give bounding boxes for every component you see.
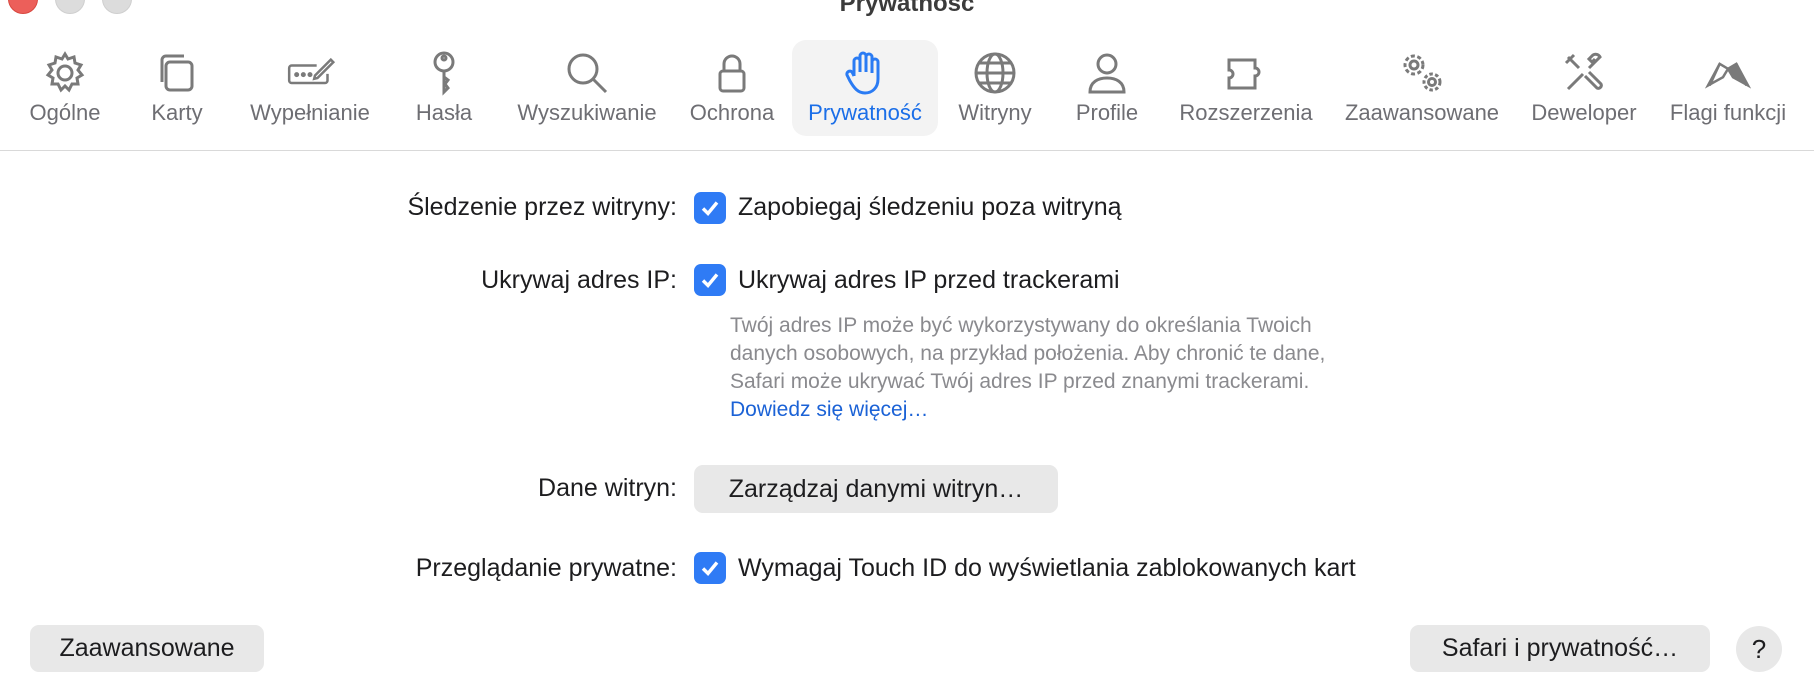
tab-general[interactable]: Ogólne xyxy=(14,40,116,136)
tracking-label: Śledzenie przez witryny: xyxy=(407,193,677,221)
gears-icon xyxy=(1392,48,1452,98)
hide-ip-label: Ukrywaj adres IP: xyxy=(481,266,677,294)
manage-website-data-button[interactable]: Zarządzaj danymi witryn… xyxy=(694,465,1058,513)
tab-extensions[interactable]: Rozszerzenia xyxy=(1172,40,1320,136)
help-button[interactable]: ? xyxy=(1736,626,1782,672)
search-icon xyxy=(557,48,617,98)
puzzle-icon xyxy=(1216,48,1276,98)
prevent-tracking-checkbox[interactable] xyxy=(694,192,726,224)
advanced-button[interactable]: Zaawansowane xyxy=(30,625,264,672)
tab-security[interactable]: Ochrona xyxy=(682,40,782,136)
tab-profiles[interactable]: Profile xyxy=(1064,40,1150,136)
tab-autofill[interactable]: Wypełnianie xyxy=(240,40,380,136)
tab-search[interactable]: Wyszukiwanie xyxy=(510,40,664,136)
touch-id-checkbox-label[interactable]: Wymagaj Touch ID do wyświetlania zabloko… xyxy=(738,554,1356,583)
window-title: Prywatność xyxy=(839,0,975,17)
checkmark-icon xyxy=(701,561,719,577)
hand-icon xyxy=(835,48,895,98)
tools-icon xyxy=(1554,48,1614,98)
tab-feature-flags[interactable]: Flagi funkcji xyxy=(1662,40,1794,136)
tabs-icon xyxy=(147,48,207,98)
pen-field-icon xyxy=(280,48,340,98)
tab-tabs[interactable]: Karty xyxy=(136,40,218,136)
globe-icon xyxy=(965,48,1025,98)
flags-icon xyxy=(1698,48,1758,98)
toolbar-divider xyxy=(0,150,1814,151)
prevent-tracking-label[interactable]: Zapobiegaj śledzeniu poza witryną xyxy=(738,193,1122,222)
hide-ip-description: Twój adres IP może być wykorzystywany do… xyxy=(730,314,1326,421)
touch-id-checkbox[interactable] xyxy=(694,552,726,584)
tab-privacy[interactable]: Prywatność xyxy=(792,40,938,136)
checkmark-icon xyxy=(701,201,719,217)
key-icon xyxy=(414,48,474,98)
checkmark-icon xyxy=(701,273,719,289)
learn-more-link[interactable]: Dowiedz się więcej… xyxy=(730,398,928,421)
site-data-label: Dane witryn: xyxy=(538,474,677,502)
gear-icon xyxy=(35,48,95,98)
hide-ip-checkbox-label[interactable]: Ukrywaj adres IP przed trackerami xyxy=(738,266,1120,295)
lock-icon xyxy=(702,48,762,98)
safari-privacy-button[interactable]: Safari i prywatność… xyxy=(1410,625,1710,672)
tab-passwords[interactable]: Hasła xyxy=(404,40,484,136)
preferences-toolbar: Ogólne Karty Wypełnianie Hasła Wyszukiwa… xyxy=(0,40,1814,136)
tab-developer[interactable]: Deweloper xyxy=(1522,40,1646,136)
tab-advanced[interactable]: Zaawansowane xyxy=(1340,40,1504,136)
private-browsing-label: Przeglądanie prywatne: xyxy=(415,554,677,582)
hide-ip-checkbox[interactable] xyxy=(694,264,726,296)
person-icon xyxy=(1077,48,1137,98)
tab-websites[interactable]: Witryny xyxy=(950,40,1040,136)
